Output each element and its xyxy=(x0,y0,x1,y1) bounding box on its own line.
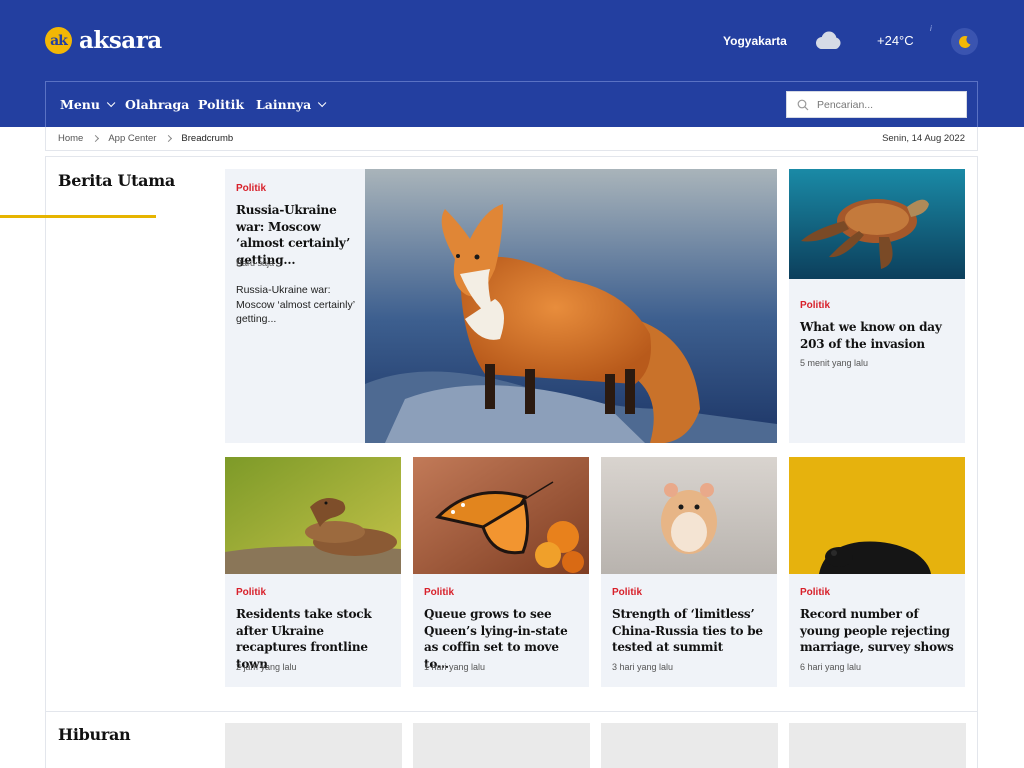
section-accent-line xyxy=(0,215,156,218)
weather-city: Yogyakarta xyxy=(723,34,787,48)
breadcrumb: Home App Center Breadcrumb xyxy=(58,133,233,144)
nav-label: Lainnya xyxy=(256,97,312,112)
article-card[interactable]: Politik Record number of young people re… xyxy=(789,457,965,687)
article-title[interactable]: What we know on day 203 of the invasion xyxy=(800,319,958,352)
search-icon xyxy=(797,99,809,110)
search-input[interactable] xyxy=(817,98,957,111)
search-box[interactable] xyxy=(786,91,967,118)
brand-name: aksara xyxy=(79,27,162,54)
article-excerpt: Russia-Ukraine war: Moscow ‘almost certa… xyxy=(236,284,355,325)
nav-item-menu[interactable]: Menu xyxy=(60,97,116,112)
breadcrumb-bar: Home App Center Breadcrumb Senin, 14 Aug… xyxy=(45,127,978,151)
article-category[interactable]: Politik xyxy=(612,587,642,598)
temperature: +24°C xyxy=(877,33,914,48)
article-image-butterfly[interactable] xyxy=(413,457,589,574)
cloud-icon xyxy=(812,30,842,52)
nav-label: Politik xyxy=(198,97,245,112)
info-icon[interactable]: i xyxy=(930,24,932,33)
article-card-placeholder[interactable] xyxy=(789,723,966,768)
article-time: 2 jam yang lalu xyxy=(236,662,297,672)
article-category[interactable]: Politik xyxy=(236,587,266,598)
brand-logo[interactable]: ak aksara xyxy=(45,27,162,54)
breadcrumb-home[interactable]: Home xyxy=(58,133,83,144)
featured-article-card[interactable]: Politik Russia-Ukraine war: Moscow ‘almo… xyxy=(225,169,777,443)
nav-label: Olahraga xyxy=(125,97,190,112)
article-category[interactable]: Politik xyxy=(236,183,266,194)
chevron-right-icon xyxy=(92,134,100,143)
article-image-hamster[interactable] xyxy=(601,457,777,574)
article-category[interactable]: Politik xyxy=(800,300,830,311)
chevron-down-icon xyxy=(318,98,327,107)
article-time: 1 hari yang lalu xyxy=(424,662,486,672)
article-title[interactable]: Record number of young people rejecting … xyxy=(800,606,960,656)
article-card-placeholder[interactable] xyxy=(413,723,590,768)
logo-mark-icon: ak xyxy=(45,27,72,54)
article-card-placeholder[interactable] xyxy=(225,723,402,768)
section-title-hiburan: Hiburan xyxy=(58,725,131,744)
moon-icon xyxy=(958,35,970,48)
nav-item-politik[interactable]: Politik xyxy=(198,97,244,112)
main-nav: Menu Olahraga Politik Lainnya xyxy=(45,81,978,127)
section-title-berita-utama: Berita Utama xyxy=(58,171,175,190)
section-divider xyxy=(45,711,978,712)
nav-item-olahraga[interactable]: Olahraga xyxy=(125,97,189,112)
article-time: Baru saja xyxy=(236,258,275,268)
article-image-dog[interactable] xyxy=(789,457,965,574)
article-card[interactable]: Politik What we know on day 203 of the i… xyxy=(789,169,965,443)
article-image-snake[interactable] xyxy=(225,457,401,574)
featured-image-fox[interactable] xyxy=(365,169,777,443)
article-card[interactable]: Politik Queue grows to see Queen’s lying… xyxy=(413,457,589,687)
article-card[interactable]: Politik Strength of ‘limitless’ China-Ru… xyxy=(601,457,777,687)
nav-item-lainnya[interactable]: Lainnya xyxy=(256,97,327,112)
article-image-turtle[interactable] xyxy=(789,169,965,279)
chevron-down-icon xyxy=(106,98,116,107)
article-time: 5 menit yang lalu xyxy=(800,358,869,368)
breadcrumb-app-center[interactable]: App Center xyxy=(108,133,156,144)
article-card-placeholder[interactable] xyxy=(601,723,778,768)
nav-label: Menu xyxy=(60,97,100,112)
article-category[interactable]: Politik xyxy=(800,587,830,598)
article-category[interactable]: Politik xyxy=(424,587,454,598)
chevron-right-icon xyxy=(165,134,173,143)
article-card[interactable]: Politik Residents take stock after Ukrai… xyxy=(225,457,401,687)
article-time: 3 hari yang lalu xyxy=(612,662,674,672)
site-header: ak aksara Yogyakarta +24°C i Menu Olahra… xyxy=(0,0,1024,127)
theme-toggle-button[interactable] xyxy=(951,28,978,55)
article-time: 6 hari yang lalu xyxy=(800,662,862,672)
current-date: Senin, 14 Aug 2022 xyxy=(882,133,965,144)
article-title[interactable]: Strength of ‘limitless’ China-Russia tie… xyxy=(612,606,772,656)
breadcrumb-current: Breadcrumb xyxy=(181,133,234,144)
